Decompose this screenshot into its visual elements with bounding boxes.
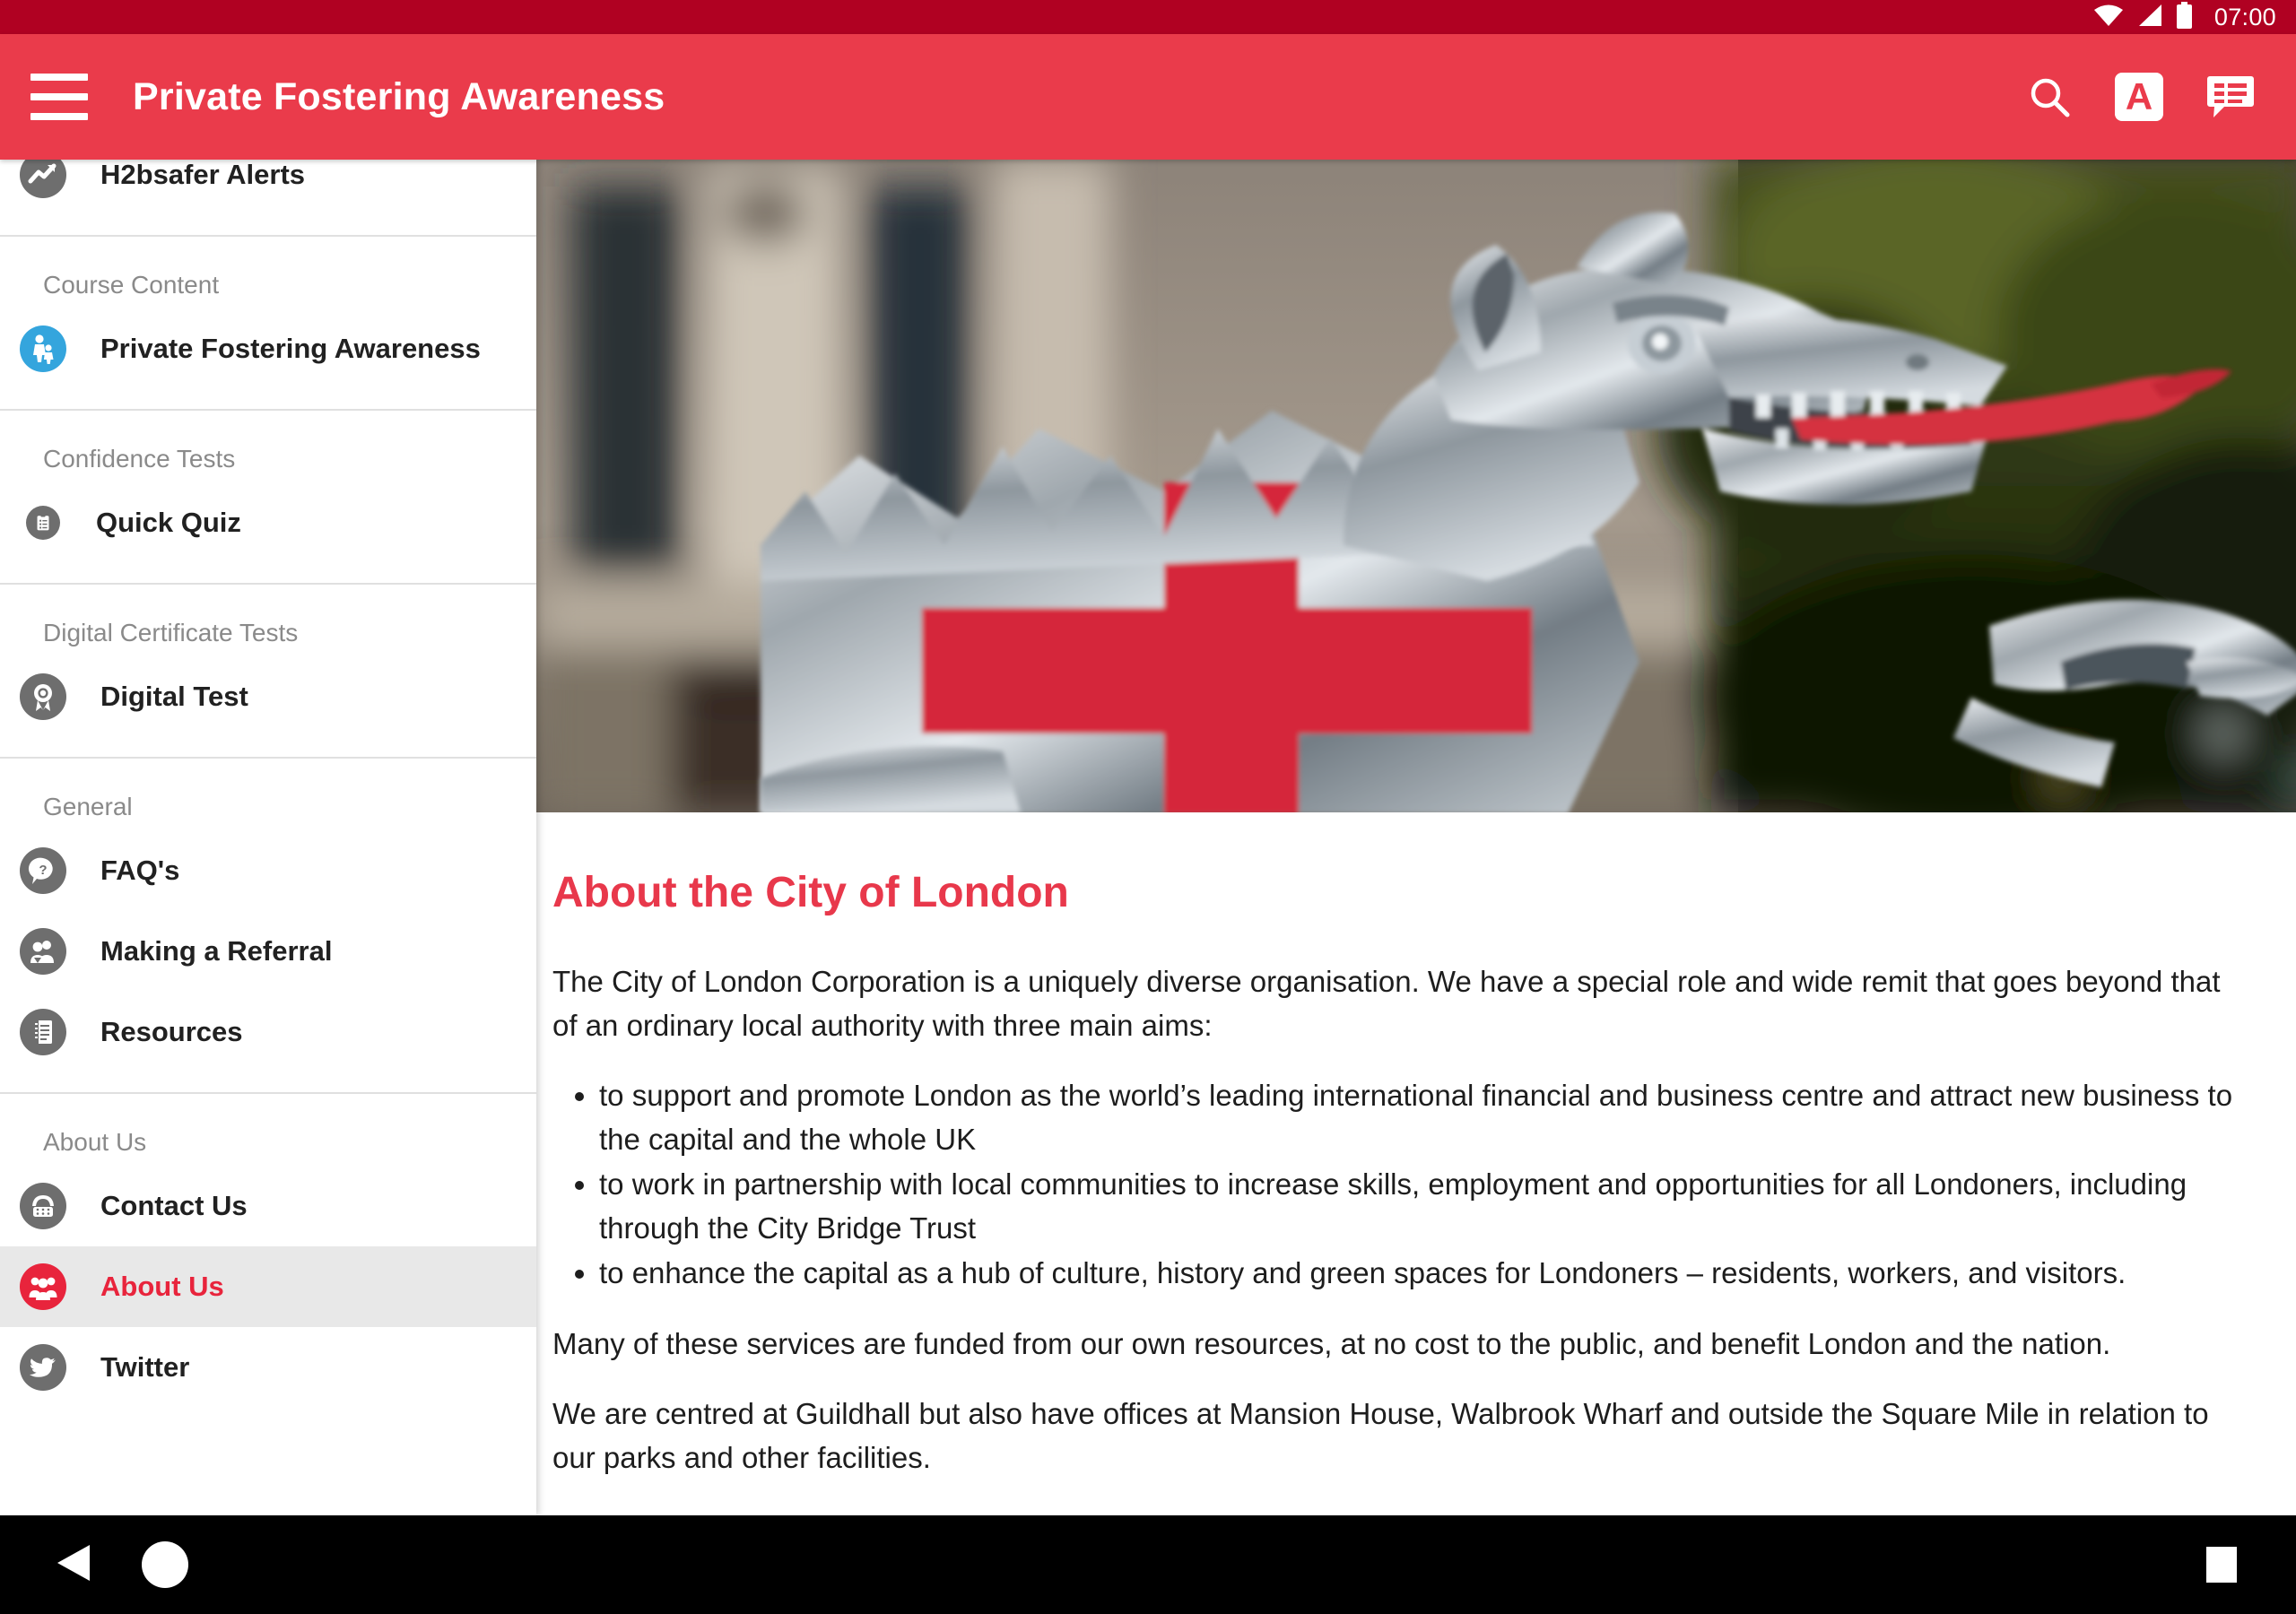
- sidebar-item-h2bsafer-alerts[interactable]: H2bsafer Alerts: [0, 160, 536, 215]
- telephone-icon: [20, 1183, 66, 1229]
- sidebar-item-label: Contact Us: [100, 1190, 248, 1221]
- sidebar-section-confidence-tests: Confidence Tests: [43, 445, 236, 473]
- list-item: to enhance the capital as a hub of cultu…: [599, 1252, 2235, 1296]
- group-people-icon: [20, 1263, 66, 1310]
- sidebar-item-making-a-referral[interactable]: Making a Referral: [0, 911, 536, 992]
- home-circle-icon[interactable]: [142, 1541, 188, 1588]
- article-title: About the City of London: [552, 869, 1069, 916]
- sidebar-item-about-us[interactable]: About Us: [0, 1246, 536, 1327]
- article: About the City of London The City of Lon…: [536, 812, 2296, 1480]
- recent-apps-square-icon[interactable]: [2206, 1547, 2237, 1583]
- sidebar-item-label: H2bsafer Alerts: [100, 160, 306, 190]
- twitter-bird-icon: [20, 1344, 66, 1391]
- parent-child-icon: [20, 325, 66, 372]
- sidebar-section-about-us: About Us: [43, 1128, 147, 1156]
- sidebar-item-label: FAQ's: [100, 855, 180, 886]
- article-paragraph-1: The City of London Corporation is a uniq…: [552, 965, 2221, 1042]
- sidebar-item-faqs[interactable]: ? FAQ's: [0, 830, 536, 911]
- status-bar-icons: 07:00: [2093, 1, 2276, 33]
- app-bar-actions: A: [2027, 73, 2296, 121]
- sidebar-item-label: Resources: [100, 1016, 243, 1047]
- sidebar-item-label: Digital Test: [100, 681, 248, 712]
- app-root: 07:00 Private Fostering Awareness A Abou…: [0, 0, 2296, 1614]
- sidebar-item-label: Private Fostering Awareness: [100, 333, 481, 364]
- feedback-icon[interactable]: [2206, 74, 2255, 119]
- list-item: to support and promote London as the wor…: [599, 1074, 2235, 1161]
- question-bubble-icon: ?: [20, 847, 66, 894]
- svg-text:?: ?: [39, 863, 47, 878]
- text-size-icon[interactable]: A: [2115, 73, 2163, 121]
- hamburger-menu-icon[interactable]: [30, 74, 88, 120]
- notebook-icon: [20, 1009, 66, 1055]
- battery-icon: [2176, 1, 2193, 33]
- navigation-drawer[interactable]: H2bsafer Alerts Course Content Private F…: [0, 160, 536, 1515]
- app-bar: Private Fostering Awareness A: [0, 34, 2296, 160]
- sidebar-item-digital-test[interactable]: Digital Test: [0, 656, 536, 737]
- sidebar-item-twitter[interactable]: Twitter: [0, 1327, 536, 1408]
- people-referral-icon: [20, 928, 66, 975]
- android-navigation-bar: [0, 1515, 2296, 1614]
- article-paragraph-3: We are centred at Guildhall but also hav…: [552, 1397, 2209, 1474]
- wifi-icon: [2093, 4, 2124, 31]
- award-rosette-icon: [20, 673, 66, 720]
- sidebar-item-label: Quick Quiz: [96, 507, 241, 538]
- list-item: to work in partnership with local commun…: [599, 1163, 2235, 1250]
- sidebar-item-quick-quiz[interactable]: Quick Quiz: [0, 482, 536, 563]
- dragon-statue-illustration: [536, 160, 2296, 812]
- article-aims-list: to support and promote London as the wor…: [552, 1074, 2235, 1296]
- sidebar-item-label: Twitter: [100, 1351, 190, 1383]
- sidebar-item-label: About Us: [100, 1271, 224, 1302]
- main-content: About the City of London The City of Lon…: [536, 160, 2296, 1515]
- sidebar-section-general: General: [43, 793, 133, 820]
- status-bar-clock: 07:00: [2213, 3, 2276, 30]
- sidebar-item-label: Making a Referral: [100, 935, 333, 967]
- hero-image: [536, 160, 2296, 812]
- cell-signal-icon: [2136, 4, 2163, 31]
- sidebar-section-course-content: Course Content: [43, 271, 220, 299]
- search-icon[interactable]: [2027, 74, 2072, 119]
- clipboard-icon: [26, 506, 60, 540]
- sidebar-item-resources[interactable]: Resources: [0, 992, 536, 1072]
- sidebar-item-contact-us[interactable]: Contact Us: [0, 1166, 536, 1246]
- trending-up-icon: [20, 160, 66, 198]
- back-triangle-icon[interactable]: [54, 1542, 93, 1588]
- page-title: Private Fostering Awareness: [133, 74, 665, 118]
- sidebar-item-private-fostering-awareness[interactable]: Private Fostering Awareness: [0, 308, 536, 389]
- article-paragraph-2: Many of these services are funded from o…: [552, 1326, 2111, 1360]
- text-size-letter: A: [2115, 73, 2163, 121]
- sidebar-section-digital-certificate-tests: Digital Certificate Tests: [43, 619, 299, 646]
- navigation-drawer-scroll[interactable]: H2bsafer Alerts Course Content Private F…: [0, 160, 536, 1408]
- status-bar: 07:00: [0, 0, 2296, 34]
